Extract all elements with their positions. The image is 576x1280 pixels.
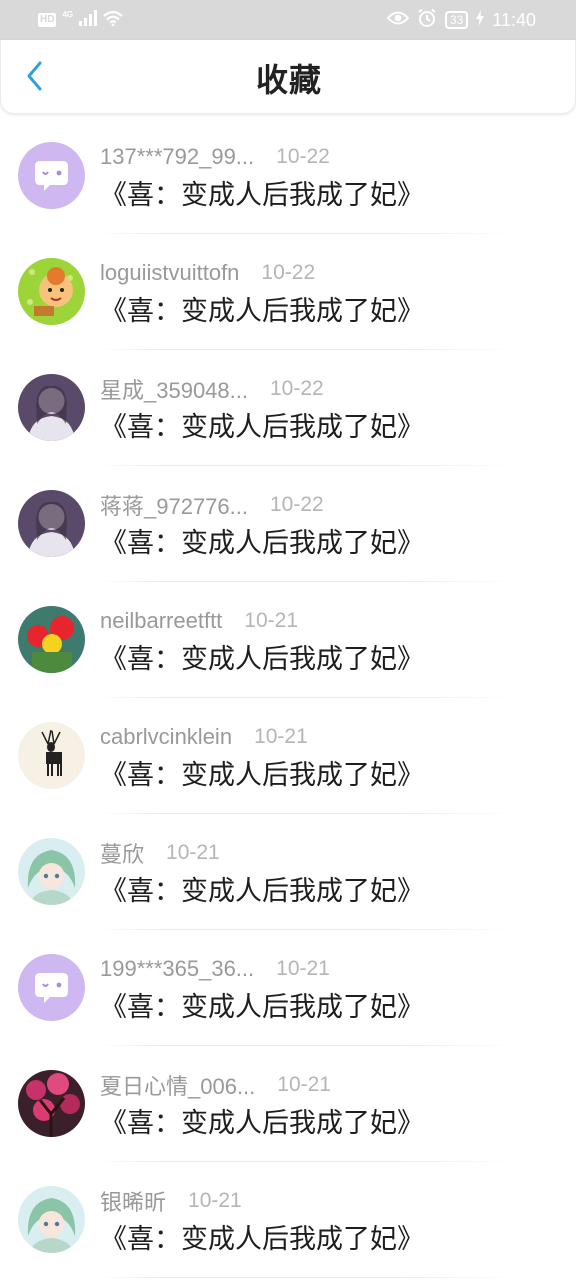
item-meta: 银晞昕 10-21 — [100, 1186, 242, 1216]
username[interactable]: 夏日心情_006... — [100, 1069, 255, 1101]
item-date: 10-21 — [166, 841, 220, 864]
item-meta: 星成_359048... 10-22 — [100, 374, 324, 404]
username[interactable]: loguiistvuittofn — [100, 260, 239, 286]
flower-avatar[interactable] — [18, 606, 85, 673]
item-meta: 夏日心情_006... 10-21 — [100, 1070, 331, 1100]
list-item[interactable]: 银晞昕 10-21 《喜：变成人后我成了妃》 — [0, 1162, 576, 1278]
username[interactable]: 199***365_36... — [100, 956, 254, 982]
photo-avatar[interactable] — [18, 490, 85, 557]
list-item[interactable]: 199***365_36... 10-21 《喜：变成人后我成了妃》 — [0, 930, 576, 1046]
item-message[interactable]: 《喜：变成人后我成了妃》 — [100, 524, 424, 564]
item-message[interactable]: 《喜：变成人后我成了妃》 — [100, 756, 424, 796]
divider — [100, 1277, 516, 1278]
favorites-list: 137***792_99... 10-22 《喜：变成人后我成了妃》 logui… — [0, 118, 576, 1278]
item-message[interactable]: 《喜：变成人后我成了妃》 — [100, 176, 424, 216]
username[interactable]: 星成_359048... — [100, 373, 248, 405]
item-meta: loguiistvuittofn 10-22 — [100, 258, 315, 288]
item-message[interactable]: 《喜：变成人后我成了妃》 — [100, 872, 424, 912]
item-message[interactable]: 《喜：变成人后我成了妃》 — [100, 988, 424, 1028]
item-date: 10-22 — [270, 377, 324, 400]
status-bar: HD 4G 33 11:40 — [0, 0, 576, 40]
item-meta: 199***365_36... 10-21 — [100, 954, 330, 984]
charging-icon — [476, 10, 485, 30]
default-chat-avatar[interactable] — [18, 142, 85, 209]
username[interactable]: neilbarreetftt — [100, 608, 222, 634]
username[interactable]: cabrlvcinklein — [100, 724, 232, 750]
list-item[interactable]: 蔓欣 10-21 《喜：变成人后我成了妃》 — [0, 814, 576, 930]
anime-avatar[interactable] — [18, 838, 85, 905]
username[interactable]: 蒋蒋_972776... — [100, 489, 248, 521]
alarm-icon — [417, 8, 437, 32]
list-item[interactable]: 夏日心情_006... 10-21 《喜：变成人后我成了妃》 — [0, 1046, 576, 1162]
app-header: 收藏 — [0, 40, 576, 114]
deer-avatar[interactable] — [18, 722, 85, 789]
item-meta: neilbarreetftt 10-21 — [100, 606, 298, 636]
list-item[interactable]: 星成_359048... 10-22 《喜：变成人后我成了妃》 — [0, 350, 576, 466]
username[interactable]: 137***792_99... — [100, 144, 254, 170]
item-date: 10-21 — [244, 609, 299, 632]
item-date: 10-22 — [270, 493, 324, 516]
item-meta: 蒋蒋_972776... 10-22 — [100, 490, 324, 520]
wifi-icon — [103, 10, 123, 30]
page-title: 收藏 — [255, 61, 322, 99]
item-message[interactable]: 《喜：变成人后我成了妃》 — [100, 1220, 424, 1260]
hd-badge: HD — [38, 13, 57, 27]
item-message[interactable]: 《喜：变成人后我成了妃》 — [100, 292, 424, 332]
list-item[interactable]: neilbarreetftt 10-21 《喜：变成人后我成了妃》 — [0, 582, 576, 698]
item-date: 10-21 — [188, 1189, 242, 1212]
status-bar-right: 33 11:40 — [386, 7, 536, 33]
item-meta: 137***792_99... 10-22 — [100, 142, 330, 172]
photo-avatar[interactable] — [18, 374, 85, 441]
status-bar-left: HD 4G — [38, 8, 123, 32]
list-item[interactable]: 蒋蒋_972776... 10-22 《喜：变成人后我成了妃》 — [0, 466, 576, 582]
item-date: 10-22 — [276, 145, 330, 168]
cartoon-avatar[interactable] — [18, 258, 85, 325]
network-type: 4G — [62, 9, 74, 19]
item-date: 10-21 — [277, 1073, 331, 1096]
list-item[interactable]: 137***792_99... 10-22 《喜：变成人后我成了妃》 — [0, 118, 576, 234]
username[interactable]: 银晞昕 — [100, 1185, 166, 1217]
status-time: 11:40 — [492, 9, 536, 30]
item-meta: cabrlvcinklein 10-21 — [100, 722, 308, 752]
blossom-avatar[interactable] — [18, 1070, 85, 1137]
battery-level: 33 — [444, 11, 469, 29]
eye-icon — [386, 10, 410, 30]
item-message[interactable]: 《喜：变成人后我成了妃》 — [100, 640, 424, 680]
item-meta: 蔓欣 10-21 — [100, 838, 220, 868]
item-date: 10-22 — [261, 261, 316, 284]
default-chat-avatar[interactable] — [18, 954, 85, 1021]
list-item[interactable]: cabrlvcinklein 10-21 《喜：变成人后我成了妃》 — [0, 698, 576, 814]
item-date: 10-21 — [276, 957, 330, 980]
list-item[interactable]: loguiistvuittofn 10-22 《喜：变成人后我成了妃》 — [0, 234, 576, 350]
item-message[interactable]: 《喜：变成人后我成了妃》 — [100, 1104, 424, 1144]
anime-avatar[interactable] — [18, 1186, 85, 1253]
username[interactable]: 蔓欣 — [100, 837, 144, 869]
item-date: 10-21 — [254, 725, 308, 748]
item-message[interactable]: 《喜：变成人后我成了妃》 — [100, 408, 424, 448]
signal-icon — [79, 10, 98, 30]
